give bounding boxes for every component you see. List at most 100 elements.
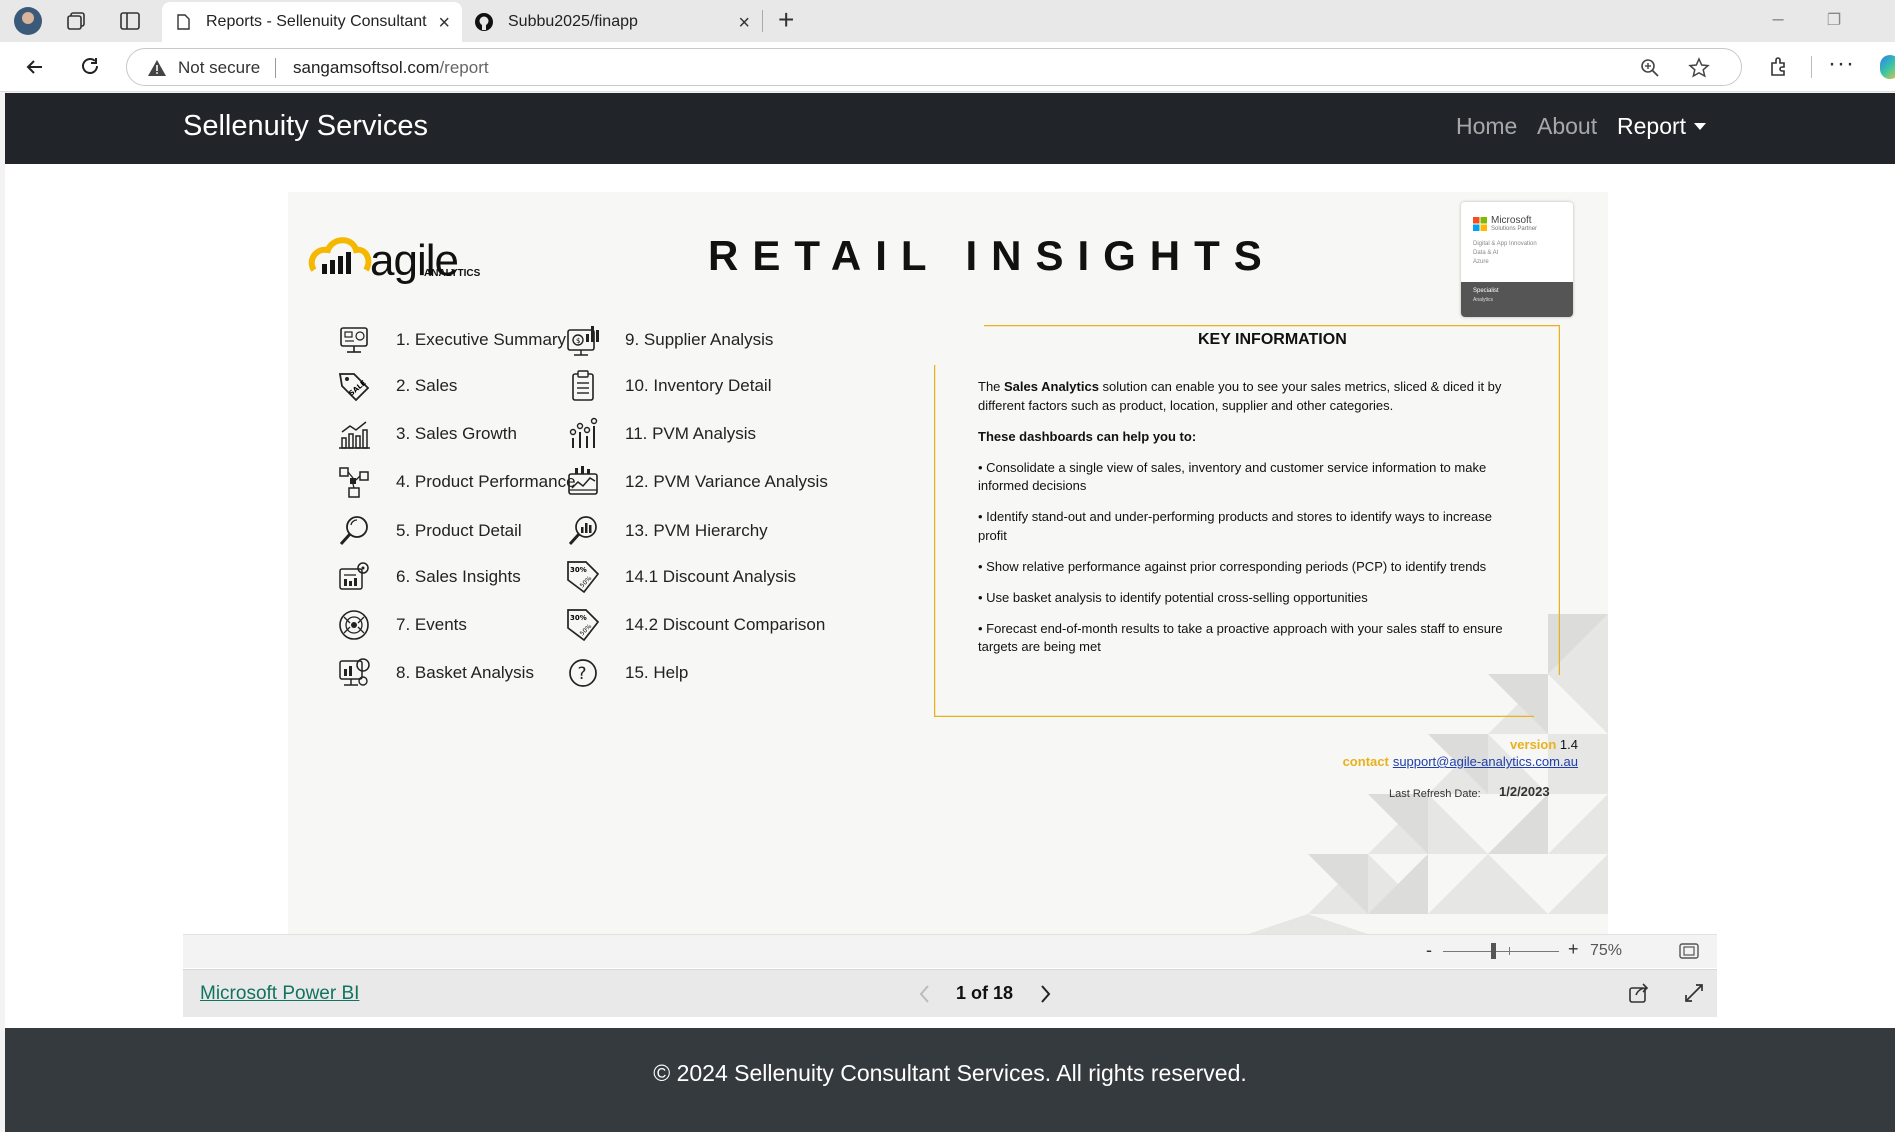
menu-label: 4. Product Performance xyxy=(396,472,576,491)
badge-foot-2: Analytics xyxy=(1473,297,1494,303)
intro-bold: Sales Analytics xyxy=(1004,379,1099,394)
site-navbar: Sellenuity Services Home About Report xyxy=(5,93,1895,164)
profile-avatar[interactable] xyxy=(14,7,42,35)
fit-to-page-icon[interactable] xyxy=(1679,943,1699,959)
dashboard-icon xyxy=(340,327,368,353)
extensions-icon[interactable] xyxy=(1766,54,1792,80)
vertical-tabs-icon[interactable] xyxy=(118,9,142,33)
badge-line: Digital & App Innovation xyxy=(1473,241,1537,247)
tab-github[interactable]: Subbu2025/finapp × xyxy=(462,2,762,42)
menu-label: 10. Inventory Detail xyxy=(625,376,772,395)
menu-label: 2. Sales xyxy=(396,376,458,395)
magnifier-icon xyxy=(339,516,368,546)
zoom-slider-thumb[interactable] xyxy=(1491,943,1496,959)
site-footer: © 2024 Sellenuity Consultant Services. A… xyxy=(5,1028,1895,1132)
contact-email-link[interactable]: support@agile-analytics.com.au xyxy=(1393,754,1578,769)
key-info-bullet: • Forecast end-of-month results to take … xyxy=(978,620,1503,655)
browser-tab-bar: Reports - Sellenuity Consultant Se × Sub… xyxy=(0,0,1895,42)
site-brand[interactable]: Sellenuity Services xyxy=(183,110,428,143)
github-icon xyxy=(475,13,493,31)
page-indicator: 1 of 18 xyxy=(956,983,1014,1003)
zoom-percentage: 75% xyxy=(1590,942,1623,959)
nav-report-dropdown[interactable]: Report xyxy=(1617,113,1707,140)
discount-compare-icon: 30%50% xyxy=(567,609,600,642)
minimize-icon[interactable]: – xyxy=(1766,8,1790,32)
nav-home[interactable]: Home xyxy=(1456,113,1517,140)
badge-footer: Specialist Analytics xyxy=(1461,282,1573,317)
svg-text:30%: 30% xyxy=(570,614,587,622)
zoom-slider[interactable] xyxy=(1443,951,1559,952)
clipboard-icon xyxy=(572,370,594,401)
product-network-icon xyxy=(339,467,369,498)
tab-reports[interactable]: Reports - Sellenuity Consultant Se × xyxy=(162,2,462,42)
powerbi-link[interactable]: Microsoft Power BI xyxy=(200,983,359,1005)
page-icon xyxy=(177,14,190,30)
warning-icon[interactable] xyxy=(147,58,167,78)
workspaces-icon[interactable] xyxy=(65,9,89,33)
variance-icon xyxy=(568,466,598,495)
close-tab-icon[interactable]: × xyxy=(738,12,750,35)
chevron-down-icon xyxy=(1694,123,1707,130)
key-info-body: The Sales Analytics solution can enable … xyxy=(978,378,1518,669)
nav-about[interactable]: About xyxy=(1537,113,1597,140)
url-domain: sangamsoftsol.com xyxy=(293,58,440,77)
badge-name: Microsoft xyxy=(1491,215,1532,226)
key-info-bullet: • Identify stand-out and under-performin… xyxy=(978,509,1492,543)
menu-label: 3. Sales Growth xyxy=(396,424,517,443)
menu-label: 1. Executive Summary xyxy=(396,330,567,349)
menu-label: 15. Help xyxy=(625,663,689,682)
zoom-bar: - + 75% xyxy=(183,934,1717,968)
share-icon[interactable] xyxy=(1628,982,1650,1004)
powerbi-footer: Microsoft Power BI 1 of 18 xyxy=(183,969,1717,1017)
logo-subtitle: ANALYTICS xyxy=(424,268,481,279)
tab-title: Reports - Sellenuity Consultant Se xyxy=(206,13,431,30)
previous-page-icon[interactable] xyxy=(918,983,932,1005)
pvm-chart-icon xyxy=(569,417,598,448)
menu-label: 12. PVM Variance Analysis xyxy=(625,472,828,491)
key-info-bullet: • Consolidate a single view of sales, in… xyxy=(978,459,1487,494)
copyright-text: © 2024 Sellenuity Consultant Services. A… xyxy=(653,1060,1247,1086)
address-bar[interactable]: Not secure sangamsoftsol.com/report xyxy=(126,48,1742,86)
next-page-icon[interactable] xyxy=(1038,983,1052,1005)
menu-label: 14.2 Discount Comparison xyxy=(625,615,826,634)
version-label: version xyxy=(1510,737,1557,752)
zoom-icon[interactable] xyxy=(1639,57,1661,79)
favorite-star-icon[interactable] xyxy=(1688,57,1710,79)
restore-icon[interactable]: ❐ xyxy=(1822,10,1846,34)
security-status[interactable]: Not secure xyxy=(178,58,260,78)
tab-title: Subbu2025/finapp xyxy=(508,13,638,30)
url-text[interactable]: sangamsoftsol.com/report xyxy=(293,58,489,78)
key-info-intro: The Sales Analytics solution can enable … xyxy=(978,378,1518,415)
url-path: /report xyxy=(439,58,489,77)
close-tab-icon[interactable]: × xyxy=(438,12,450,35)
version-info: version 1.4 xyxy=(1510,737,1578,752)
microsoft-logo-icon xyxy=(1473,217,1487,231)
insights-icon xyxy=(339,562,369,590)
powerbi-embed: agile ANALYTICS RETAIL INSIGHTS Microsof… xyxy=(183,192,1717,973)
svg-text:30%: 30% xyxy=(570,566,587,574)
menu-label: 9. Supplier Analysis xyxy=(625,330,774,349)
hierarchy-search-icon xyxy=(568,516,597,546)
badge-line: Data & AI xyxy=(1473,250,1499,256)
report-title: RETAIL INSIGHTS xyxy=(708,232,1276,279)
svg-text:$: $ xyxy=(576,337,580,345)
key-info-heading: These dashboards can help you to: xyxy=(978,428,1518,447)
copilot-icon[interactable] xyxy=(1880,55,1895,79)
more-menu-icon[interactable]: ··· xyxy=(1828,50,1855,78)
basket-analysis-icon xyxy=(339,658,370,686)
events-icon xyxy=(339,610,369,640)
fullscreen-icon[interactable] xyxy=(1683,982,1705,1004)
zoom-in-button[interactable]: + xyxy=(1568,939,1579,960)
contact-info: contact support@agile-analytics.com.au xyxy=(1343,754,1578,769)
contact-label: contact xyxy=(1342,754,1389,769)
reload-icon[interactable] xyxy=(77,54,103,80)
help-icon: ? xyxy=(569,659,597,687)
version-value: 1.4 xyxy=(1559,737,1578,752)
back-icon[interactable] xyxy=(22,54,48,80)
zoom-out-button[interactable]: - xyxy=(1426,940,1432,961)
new-tab-icon[interactable]: + xyxy=(778,4,794,36)
menu-label: 7. Events xyxy=(396,615,467,634)
report-canvas: agile ANALYTICS RETAIL INSIGHTS Microsof… xyxy=(288,192,1608,934)
key-info-bullet: • Use basket analysis to identify potent… xyxy=(978,589,1368,605)
menu-label: 6. Sales Insights xyxy=(396,567,521,586)
